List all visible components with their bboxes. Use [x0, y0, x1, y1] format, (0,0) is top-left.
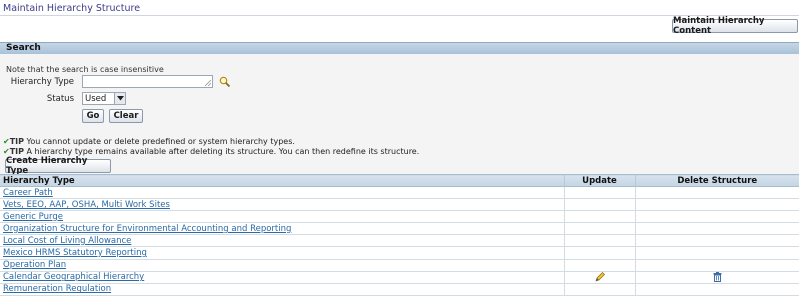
hierarchy-type-cell: Operation Plan — [0, 259, 564, 272]
table-row: Generic Purge — [0, 210, 799, 224]
update-cell — [563, 234, 635, 248]
status-select[interactable]: Used — [82, 92, 126, 105]
tip-text: A hierarchy type remains available after… — [24, 147, 420, 156]
update-cell — [563, 198, 635, 212]
delete-structure-cell — [634, 283, 799, 296]
hierarchy-type-cell: Generic Purge — [0, 210, 564, 224]
hierarchy-type-link[interactable]: Remuneration Regulation — [3, 284, 111, 294]
update-cell — [563, 210, 635, 224]
hierarchy-type-link[interactable]: Mexico HRMS Statutory Reporting — [3, 248, 147, 258]
chevron-down-icon — [114, 93, 125, 104]
table-row: Operation Plan — [0, 259, 799, 272]
delete-structure-cell — [634, 234, 799, 248]
update-cell — [563, 222, 635, 236]
clear-button[interactable]: Clear — [109, 109, 143, 123]
search-header-label: Search — [6, 43, 41, 53]
hierarchy-type-link[interactable]: Calendar Geographical Hierarchy — [3, 272, 144, 282]
delete-structure-cell — [634, 222, 799, 236]
hierarchy-type-link[interactable]: Local Cost of Living Allowance — [3, 236, 131, 246]
column-header-hierarchy-type[interactable]: Hierarchy Type — [0, 174, 564, 187]
column-header-delete-structure: Delete Structure — [634, 174, 799, 187]
table-row: Organization Structure for Environmental… — [0, 222, 799, 236]
delete-structure-cell — [634, 198, 799, 212]
hierarchy-type-cell: Local Cost of Living Allowance — [0, 234, 564, 248]
tip-prefix: TIP — [9, 137, 24, 146]
column-header-update: Update — [563, 174, 635, 187]
hierarchy-type-link[interactable]: Career Path — [3, 188, 53, 198]
hierarchy-type-link[interactable]: Operation Plan — [3, 260, 66, 270]
status-selected-value: Used — [85, 93, 107, 104]
tip-text: You cannot update or delete predefined o… — [24, 137, 295, 146]
hierarchy-type-link[interactable]: Organization Structure for Environmental… — [3, 224, 291, 234]
hierarchy-type-cell: Career Path — [0, 186, 564, 200]
table-row: Local Cost of Living Allowance — [0, 234, 799, 248]
search-note: Note that the search is case insensitive — [6, 65, 164, 74]
trash-icon[interactable] — [713, 271, 722, 282]
table-header-row: Hierarchy Type Update Delete Structure — [0, 174, 799, 187]
hierarchy-type-table: Hierarchy Type Update Delete Structure C… — [0, 174, 799, 296]
tip-line: ✔TIP A hierarchy type remains available … — [3, 147, 419, 156]
hierarchy-type-label: Hierarchy Type — [10, 77, 74, 87]
delete-structure-cell — [634, 210, 799, 224]
update-cell — [563, 186, 635, 200]
search-icon[interactable] — [219, 76, 230, 87]
hierarchy-type-cell: Calendar Geographical Hierarchy — [0, 271, 564, 284]
tip-prefix: TIP — [9, 147, 24, 156]
delete-structure-cell — [634, 271, 799, 284]
checkmark-icon: ✔ — [3, 147, 10, 156]
hierarchy-type-link[interactable]: Vets, EEO, AAP, OSHA, Multi Work Sites — [3, 200, 170, 210]
delete-structure-cell — [634, 259, 799, 272]
hierarchy-type-cell: Vets, EEO, AAP, OSHA, Multi Work Sites — [0, 198, 564, 212]
table-row: Mexico HRMS Statutory Reporting — [0, 246, 799, 260]
resize-grip-icon — [205, 80, 211, 86]
table-row: Remuneration Regulation — [0, 283, 799, 296]
update-cell — [563, 259, 635, 272]
table-row: Career Path — [0, 186, 799, 200]
hierarchy-type-cell: Remuneration Regulation — [0, 283, 564, 296]
tip-line: ✔TIP You cannot update or delete predefi… — [3, 137, 295, 146]
update-cell — [563, 283, 635, 296]
hierarchy-type-link[interactable]: Generic Purge — [3, 212, 63, 222]
table-row: Calendar Geographical Hierarchy — [0, 271, 799, 284]
update-cell — [563, 246, 635, 260]
delete-structure-cell — [634, 186, 799, 200]
hierarchy-type-cell: Organization Structure for Environmental… — [0, 222, 564, 236]
maintain-hierarchy-content-button[interactable]: Maintain Hierarchy Content — [672, 16, 798, 36]
hierarchy-type-input[interactable] — [82, 75, 213, 88]
go-button[interactable]: Go — [82, 109, 104, 123]
table-row: Vets, EEO, AAP, OSHA, Multi Work Sites — [0, 198, 799, 212]
page-title: Maintain Hierarchy Structure — [3, 3, 141, 14]
create-hierarchy-type-button[interactable]: Create Hierarchy Type — [5, 156, 111, 176]
hierarchy-type-cell: Mexico HRMS Statutory Reporting — [0, 246, 564, 260]
update-cell — [563, 271, 635, 284]
status-label: Status — [46, 94, 74, 104]
checkmark-icon: ✔ — [3, 137, 10, 146]
delete-structure-cell — [634, 246, 799, 260]
search-section-header: Search — [0, 42, 799, 54]
pencil-icon[interactable] — [594, 271, 605, 282]
